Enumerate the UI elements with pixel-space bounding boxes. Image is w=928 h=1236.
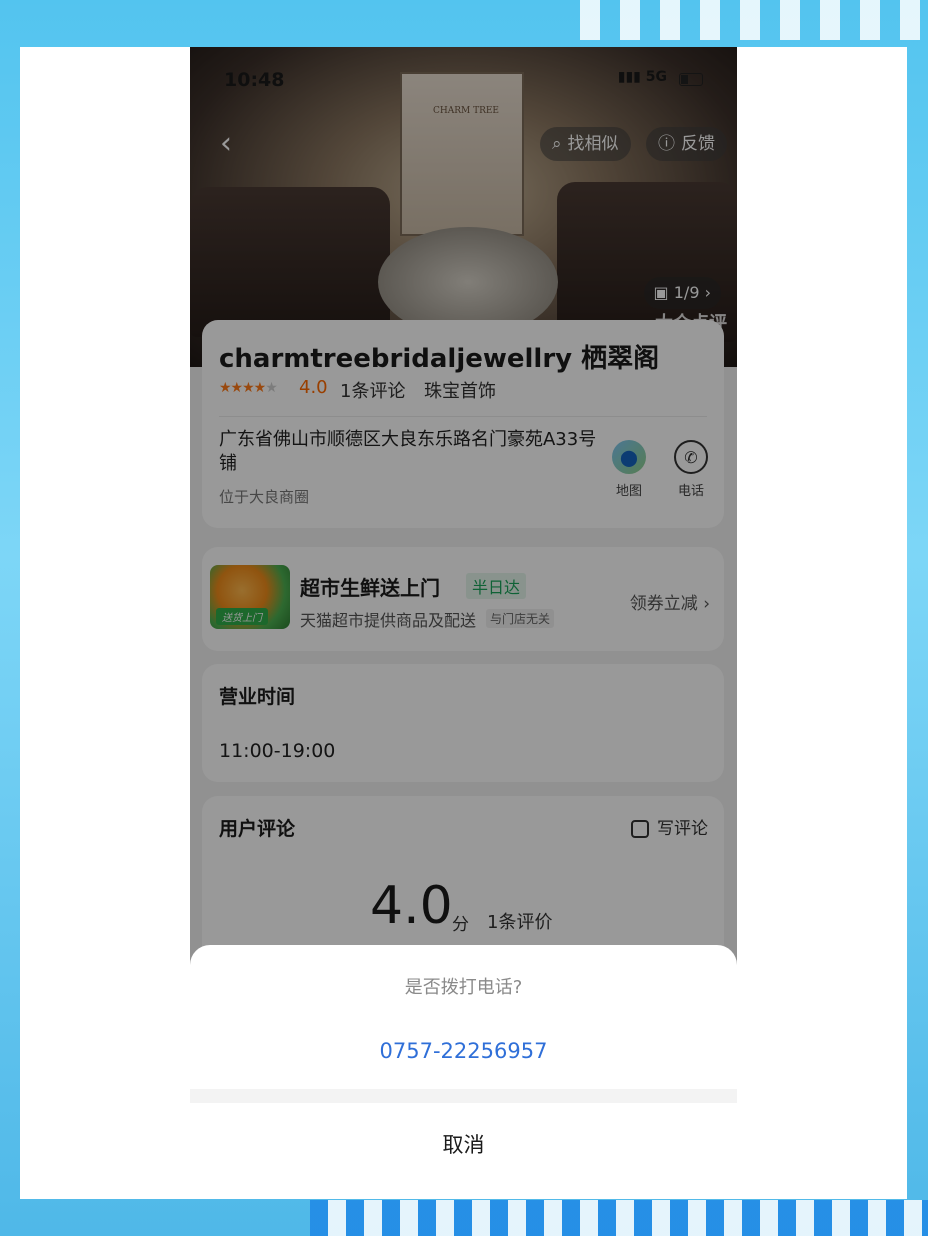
call-action-sheet: 是否拨打电话? 0757-22256957 取消 [190, 945, 737, 1199]
sheet-separator [190, 1089, 737, 1103]
call-prompt: 是否拨打电话? [404, 977, 523, 998]
cancel-button[interactable]: 取消 [190, 1129, 737, 1159]
phone-number-option[interactable]: 0757-22256957 [190, 1039, 737, 1063]
phone-screen: CHARM TREE 10:48 ▮▮▮ 5G ‹ ⌕ 找相似 ⓘ 反馈 ▣ 1/9… [190, 47, 737, 1199]
background-decoration [580, 0, 928, 40]
background-decoration [310, 1200, 928, 1236]
